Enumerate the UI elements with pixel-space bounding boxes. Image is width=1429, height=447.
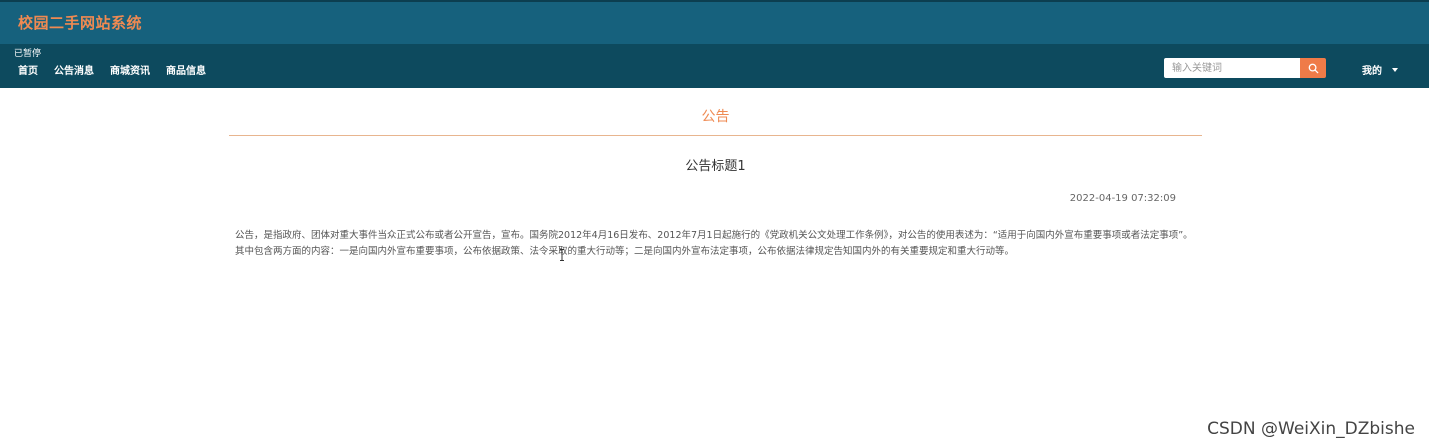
section-title: 公告: [701, 109, 730, 125]
nav-menu: 首页 公告消息 商城资讯 商品信息: [18, 62, 206, 77]
nav-item-products[interactable]: 商品信息: [166, 62, 206, 77]
section-header: 公告: [229, 106, 1202, 136]
notice-body: 公告，是指政府、团体对重大事件当众正式公布或者公开宣告，宣布。国务院2012年4…: [235, 230, 1193, 257]
user-menu[interactable]: 我的: [1362, 62, 1398, 77]
notice-timestamp: 2022-04-19 07:32:09: [1069, 193, 1176, 204]
notice-title: 公告标题1: [685, 159, 746, 174]
search-icon: [1308, 63, 1318, 73]
text-cursor-icon: [560, 249, 564, 261]
site-title: 校园二手网站系统: [18, 14, 143, 32]
search-input[interactable]: [1164, 58, 1300, 78]
top-header-bar: 校园二手网站系统: [0, 0, 1429, 44]
paused-label: 已暂停: [14, 49, 42, 59]
caret-down-icon: [1392, 67, 1398, 72]
search-button[interactable]: [1300, 58, 1326, 78]
nav-item-mall-news[interactable]: 商城资讯: [110, 62, 150, 77]
main-navbar: 已暂停 首页 公告消息 商城资讯 商品信息 我的: [0, 44, 1429, 88]
nav-item-announcements[interactable]: 公告消息: [54, 62, 94, 77]
user-menu-label: 我的: [1362, 66, 1382, 77]
watermark: CSDN @WeiXin_DZbishe: [1207, 419, 1415, 439]
nav-item-home[interactable]: 首页: [18, 62, 38, 77]
